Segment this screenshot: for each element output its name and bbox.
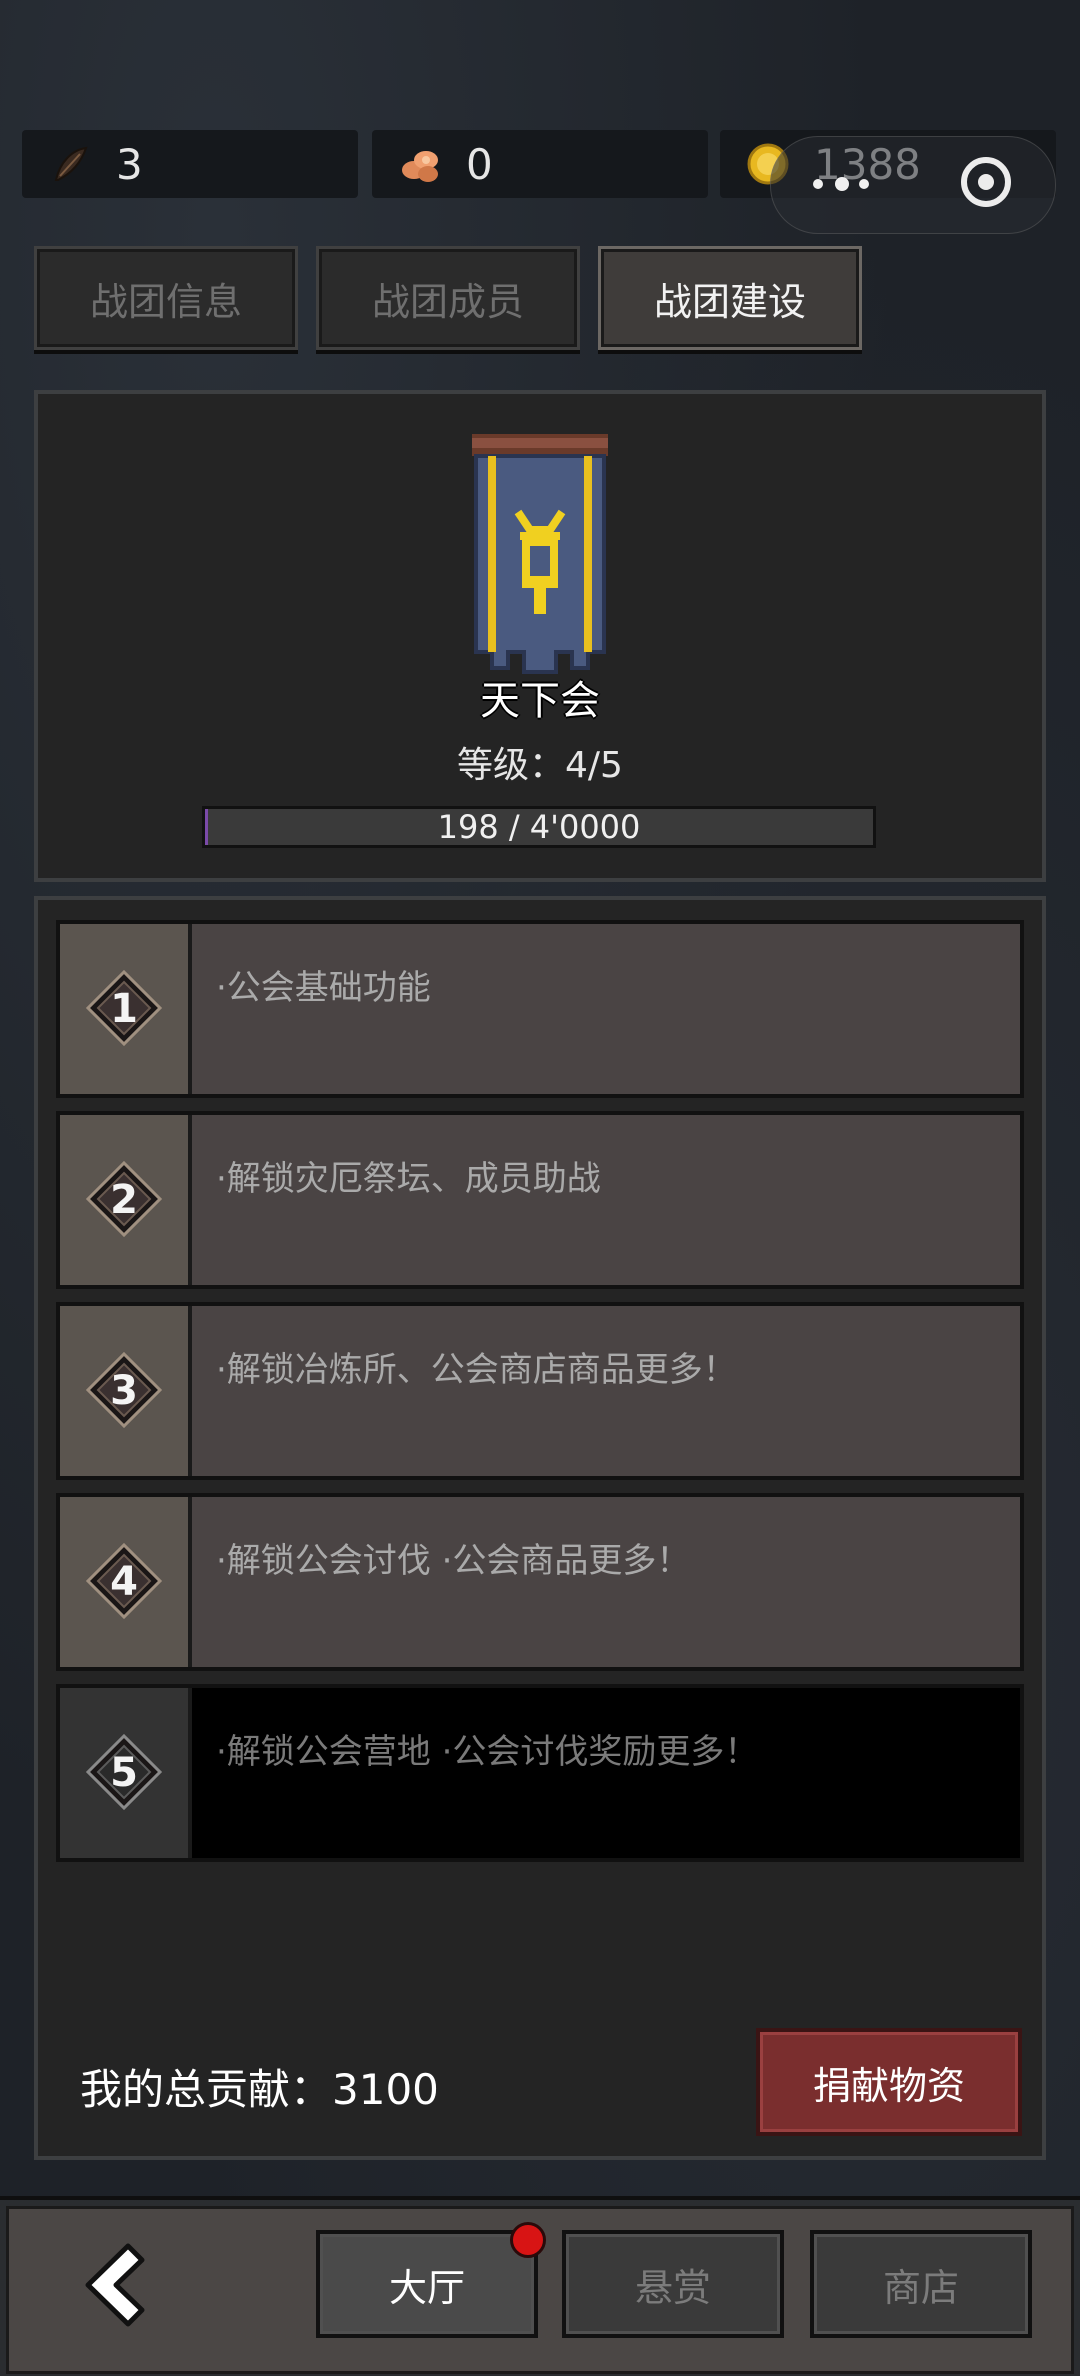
- level-row-4: 4 ·解锁公会讨伐 ·公会商品更多！: [56, 1493, 1024, 1671]
- guild-name: 天下会: [480, 678, 600, 724]
- tab-guild-build[interactable]: 战团建设: [598, 246, 862, 350]
- guild-exp-progress-bar: 198 / 4'0000: [202, 806, 876, 848]
- level-row-1: 1 ·公会基础功能: [56, 920, 1024, 1098]
- level-desc: ·公会基础功能: [216, 968, 431, 1008]
- tab-guild-info[interactable]: 战团信息: [34, 246, 298, 350]
- tab-guild-members[interactable]: 战团成员: [316, 246, 580, 350]
- level-number: 4: [110, 1559, 138, 1605]
- feather-count: 3: [116, 139, 143, 189]
- wood-count: 0: [466, 139, 493, 189]
- total-contribution: 我的总贡献：3100: [80, 2065, 439, 2114]
- level-number: 1: [110, 986, 138, 1032]
- progress-text: 198 / 4'0000: [437, 808, 641, 846]
- level-desc: ·解锁冶炼所、公会商店商品更多！: [216, 1350, 737, 1390]
- level-number: 2: [110, 1177, 138, 1223]
- guild-level: 等级：4/5: [457, 745, 623, 786]
- close-target-icon[interactable]: [961, 157, 1011, 207]
- level-number: 5: [110, 1750, 138, 1796]
- guild-banner-icon: [472, 434, 608, 674]
- back-arrow-icon[interactable]: [74, 2240, 150, 2330]
- more-dots-icon[interactable]: [813, 177, 883, 195]
- level-row-3: 3 ·解锁冶炼所、公会商店商品更多！: [56, 1302, 1024, 1480]
- level-desc: ·解锁公会营地 ·公会讨伐奖励更多！: [216, 1732, 759, 1772]
- donate-button[interactable]: 捐献物资: [756, 2028, 1022, 2136]
- notification-badge: [510, 2222, 546, 2258]
- level-desc: ·解锁公会讨伐 ·公会商品更多！: [216, 1541, 691, 1581]
- nav-hall-button[interactable]: 大厅: [316, 2230, 538, 2338]
- level-row-5: 5 ·解锁公会营地 ·公会讨伐奖励更多！: [56, 1684, 1024, 1862]
- level-row-2: 2 ·解锁灾厄祭坛、成员助战: [56, 1111, 1024, 1289]
- wood-icon: [398, 142, 442, 186]
- nav-shop-button[interactable]: 商店: [810, 2230, 1032, 2338]
- level-number: 3: [110, 1368, 138, 1414]
- level-desc: ·解锁灾厄祭坛、成员助战: [216, 1159, 601, 1199]
- feather-icon: [48, 142, 92, 186]
- mini-program-capsule: [770, 136, 1056, 234]
- nav-bounty-button[interactable]: 悬赏: [562, 2230, 784, 2338]
- wood-resource: 0: [372, 130, 708, 198]
- guild-build-screen: 3 0 1388 战团信息 战团成员 战: [0, 0, 1080, 2376]
- feather-resource: 3: [22, 130, 358, 198]
